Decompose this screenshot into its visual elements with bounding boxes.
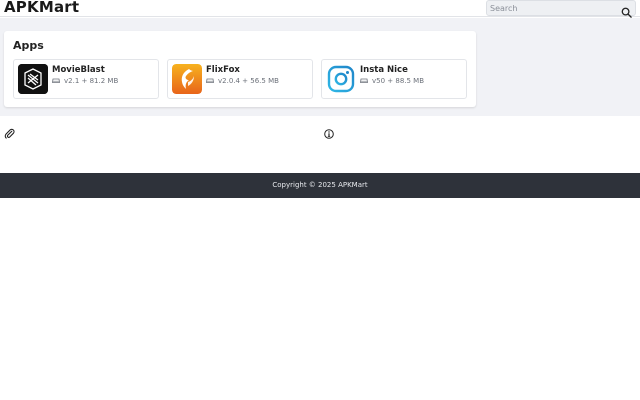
search-box	[486, 0, 636, 18]
hard-drive-icon	[206, 78, 214, 83]
search-button[interactable]	[621, 3, 632, 18]
section-title: Apps	[13, 39, 44, 52]
app-name: MovieBlast	[52, 65, 105, 75]
app-card-insta-nice[interactable]: Insta Nice v50 + 88.5 MB	[321, 59, 467, 99]
hard-drive-icon	[360, 78, 368, 83]
brand-logo[interactable]: APKMart	[4, 0, 79, 16]
app-meta: v50 + 88.5 MB	[360, 77, 424, 85]
movieblast-logo-icon	[18, 64, 48, 94]
site-footer: Copyright © 2025 APKMart	[0, 173, 640, 198]
apps-card: Apps MovieBlast v2.1 + 81.2 MB FlixFox v…	[4, 31, 476, 107]
search-icon	[621, 7, 632, 18]
copyright-text: Copyright © 2025 APKMart	[272, 181, 368, 189]
info-icon[interactable]	[324, 129, 334, 139]
app-meta: v2.1 + 81.2 MB	[52, 77, 118, 85]
info-strip	[0, 116, 640, 173]
apps-band: Apps MovieBlast v2.1 + 81.2 MB FlixFox v…	[0, 18, 640, 116]
app-version-size: v2.0.4 + 56.5 MB	[218, 77, 279, 85]
paperclip-icon[interactable]	[4, 128, 15, 139]
app-name: FlixFox	[206, 65, 240, 75]
instagram-logo-icon	[326, 64, 356, 94]
app-card-movieblast[interactable]: MovieBlast v2.1 + 81.2 MB	[13, 59, 159, 99]
app-version-size: v2.1 + 81.2 MB	[64, 77, 119, 85]
app-version-size: v50 + 88.5 MB	[372, 77, 425, 85]
flixfox-logo-icon	[172, 64, 202, 94]
app-name: Insta Nice	[360, 65, 408, 75]
app-meta: v2.0.4 + 56.5 MB	[206, 77, 279, 85]
app-card-flixfox[interactable]: FlixFox v2.0.4 + 56.5 MB	[167, 59, 313, 99]
hard-drive-icon	[52, 78, 60, 83]
search-input[interactable]	[490, 2, 618, 15]
site-header: APKMart	[0, 0, 640, 18]
